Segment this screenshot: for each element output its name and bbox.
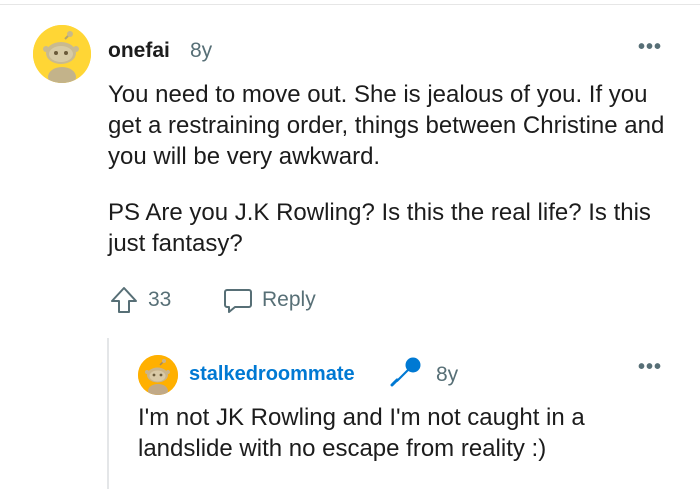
ellipsis-icon[interactable]: •••: [638, 356, 662, 379]
reply-label: Reply: [262, 288, 316, 311]
top-divider: [0, 4, 700, 5]
avatar[interactable]: [33, 25, 91, 83]
ellipsis-icon[interactable]: •••: [638, 36, 662, 59]
thread-line[interactable]: [107, 338, 109, 489]
comment-paragraph: You need to move out. She is jealous of …: [108, 81, 665, 170]
vote-control: 33: [108, 284, 171, 316]
comment-age: 8y: [190, 39, 213, 62]
microphone-icon: [390, 357, 421, 387]
comment-author[interactable]: onefai: [108, 39, 170, 63]
comment-paragraph: PS Are you J.K Rowling? Is this the real…: [108, 199, 651, 257]
upvote-arrow-icon[interactable]: [108, 284, 140, 316]
avatar[interactable]: [138, 355, 178, 395]
comment-age: 8y: [436, 363, 459, 386]
snoo-avatar-icon: [138, 355, 178, 395]
vote-count: 33: [148, 288, 172, 311]
comment-author[interactable]: stalkedroommate: [189, 363, 355, 386]
speech-bubble-icon: [224, 289, 252, 313]
comment-paragraph: I'm not JK Rowling and I'm not caught in…: [138, 404, 585, 462]
reply-button[interactable]: Reply: [222, 284, 316, 316]
snoo-avatar-icon: [33, 25, 91, 83]
